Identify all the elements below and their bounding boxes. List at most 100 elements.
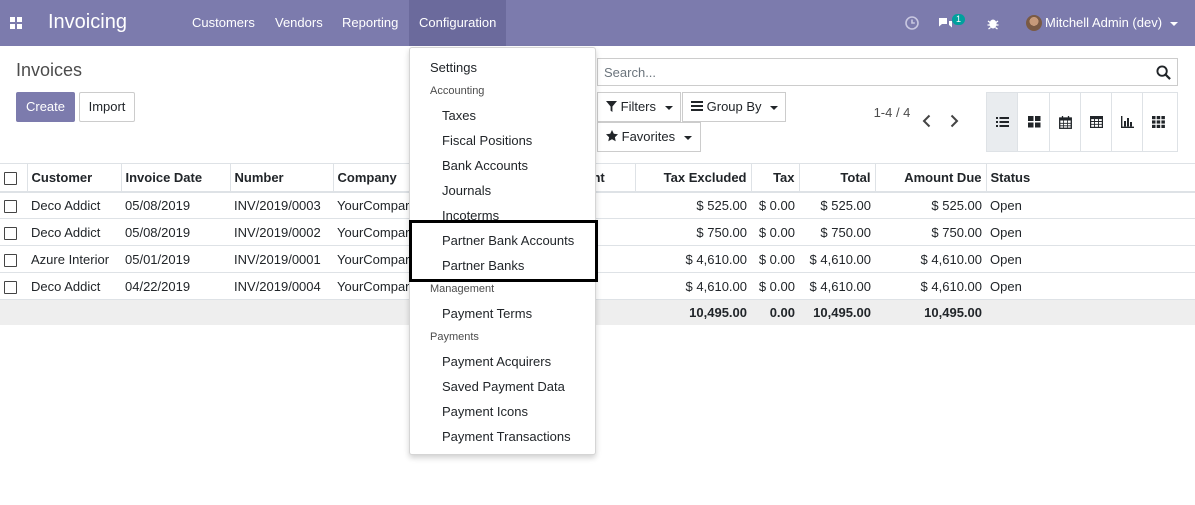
table-row[interactable]: Deco Addict 05/08/2019 INV/2019/0003 You…: [0, 191, 1195, 219]
row-checkbox[interactable]: [4, 253, 17, 267]
menu-reporting[interactable]: Reporting: [332, 0, 408, 46]
group-by-button[interactable]: Group By: [682, 92, 786, 122]
row-checkbox[interactable]: [4, 280, 17, 294]
row-select-cell: [0, 272, 27, 300]
favorites-label: Favorites: [621, 129, 676, 144]
user-avatar[interactable]: [1026, 15, 1042, 31]
chevron-down-icon: [683, 135, 692, 140]
row-checkbox[interactable]: [4, 199, 17, 213]
total-cell: $ 4,610.00: [799, 272, 875, 300]
total-amount-due: 10,495.00: [875, 299, 986, 325]
total-cell: $ 4,610.00: [799, 245, 875, 273]
customer-cell: Deco Addict: [27, 218, 121, 246]
search-icon[interactable]: [1156, 65, 1171, 80]
menu-item-fiscal-positions[interactable]: Fiscal Positions: [442, 133, 532, 148]
amount-due-cell: $ 750.00: [875, 218, 986, 246]
kanban-view-icon: [1028, 116, 1041, 128]
menu-header-accounting: Accounting: [430, 85, 485, 97]
highlight-box: [409, 220, 598, 282]
row-select-cell: [0, 245, 27, 273]
messaging-chat-icon[interactable]: [937, 15, 953, 31]
column-header-invoice-date[interactable]: Invoice Date: [120, 163, 230, 193]
tax-excluded-cell: $ 4,610.00: [635, 272, 751, 300]
invoice-date-cell: 05/01/2019: [121, 245, 230, 273]
amount-due-cell: $ 4,610.00: [875, 272, 986, 300]
user-menu[interactable]: Mitchell Admin (dev): [1045, 15, 1178, 30]
view-switcher: [986, 92, 1178, 152]
calendar-view-icon: [1059, 116, 1072, 129]
customer-cell: Deco Addict: [27, 191, 121, 219]
search-input[interactable]: [598, 59, 1138, 85]
invoice-date-cell: 05/08/2019: [121, 218, 230, 246]
pivot-view-button[interactable]: [1081, 93, 1112, 151]
number-cell: INV/2019/0002: [230, 218, 333, 246]
tax-excluded-cell: $ 750.00: [635, 218, 751, 246]
graph-view-icon: [1121, 116, 1134, 128]
menu-item-payment-acquirers[interactable]: Payment Acquirers: [442, 354, 551, 369]
favorites-button[interactable]: Favorites: [597, 122, 701, 152]
menu-header-management: Management: [430, 283, 495, 295]
column-header-status[interactable]: Status: [985, 163, 1195, 193]
invoice-date-cell: 05/08/2019: [121, 191, 230, 219]
filter-funnel-icon: [606, 101, 617, 112]
select-all-cell: [0, 163, 27, 193]
status-cell: Open: [986, 245, 1195, 273]
menu-item-taxes[interactable]: Taxes: [442, 108, 476, 123]
apps-menu-icon[interactable]: [10, 17, 22, 29]
kanban-view-button[interactable]: [1019, 93, 1050, 151]
menu-item-saved-payment-data[interactable]: Saved Payment Data: [442, 379, 565, 394]
tax-excluded-cell: $ 4,610.00: [635, 245, 751, 273]
column-header-tax[interactable]: Tax: [750, 163, 799, 193]
filters-button[interactable]: Filters: [597, 92, 681, 122]
tax-cell: $ 0.00: [751, 245, 799, 273]
totals-row: 10,495.00 0.00 10,495.00 10,495.00: [0, 299, 1195, 325]
amount-due-cell: $ 4,610.00: [875, 245, 986, 273]
menu-configuration[interactable]: Configuration: [409, 0, 506, 46]
menu-item-bank-accounts[interactable]: Bank Accounts: [442, 158, 528, 173]
breadcrumb: Invoices: [16, 60, 83, 80]
star-icon: [606, 130, 618, 142]
top-navbar: Invoicing Customers Vendors Reporting Co…: [0, 0, 1195, 46]
menu-customers[interactable]: Customers: [182, 0, 265, 46]
menu-item-payment-icons[interactable]: Payment Icons: [442, 404, 528, 419]
import-button[interactable]: Import: [79, 92, 135, 122]
number-cell: INV/2019/0001: [230, 245, 333, 273]
status-cell: Open: [986, 191, 1195, 219]
pager-previous-icon[interactable]: [919, 113, 935, 129]
column-header-number[interactable]: Number: [229, 163, 333, 193]
activity-view-icon: [1152, 116, 1165, 128]
menu-vendors[interactable]: Vendors: [265, 0, 333, 46]
number-cell: INV/2019/0004: [230, 272, 333, 300]
activity-clock-icon[interactable]: [904, 15, 920, 31]
total-cell: $ 525.00: [799, 191, 875, 219]
app-name[interactable]: Invoicing: [48, 11, 127, 34]
list-view-icon: [996, 117, 1009, 127]
column-header-total[interactable]: Total: [798, 163, 875, 193]
table-header-row: Customer Invoice Date Number Company e S…: [0, 163, 1195, 193]
debug-bug-icon[interactable]: [985, 15, 1001, 31]
menu-item-payment-transactions[interactable]: Payment Transactions: [442, 429, 571, 444]
group-by-label: Group By: [706, 99, 762, 114]
column-header-amount-due[interactable]: Amount Due: [874, 163, 986, 193]
status-cell: Open: [986, 218, 1195, 246]
pager-value[interactable]: 1-4 / 4: [873, 104, 911, 122]
create-button[interactable]: Create: [16, 92, 75, 122]
calendar-view-button[interactable]: [1050, 93, 1081, 151]
list-view-button[interactable]: [987, 93, 1018, 151]
activity-view-button[interactable]: [1143, 93, 1174, 151]
chevron-down-icon: [664, 105, 673, 110]
pager-next-icon[interactable]: [946, 113, 962, 129]
tax-excluded-cell: $ 525.00: [635, 191, 751, 219]
menu-item-payment-terms[interactable]: Payment Terms: [442, 306, 532, 321]
column-header-tax-excluded[interactable]: Tax Excluded: [634, 163, 751, 193]
graph-view-button[interactable]: [1112, 93, 1143, 151]
row-select-cell: [0, 191, 27, 219]
row-select-cell: [0, 218, 27, 246]
menu-item-settings[interactable]: Settings: [430, 60, 477, 75]
menu-item-journals[interactable]: Journals: [442, 183, 491, 198]
user-name-label: Mitchell Admin (dev): [1045, 15, 1163, 30]
total-cell: $ 750.00: [799, 218, 875, 246]
column-header-customer[interactable]: Customer: [26, 163, 121, 193]
row-checkbox[interactable]: [4, 226, 17, 240]
select-all-checkbox[interactable]: [4, 171, 17, 185]
